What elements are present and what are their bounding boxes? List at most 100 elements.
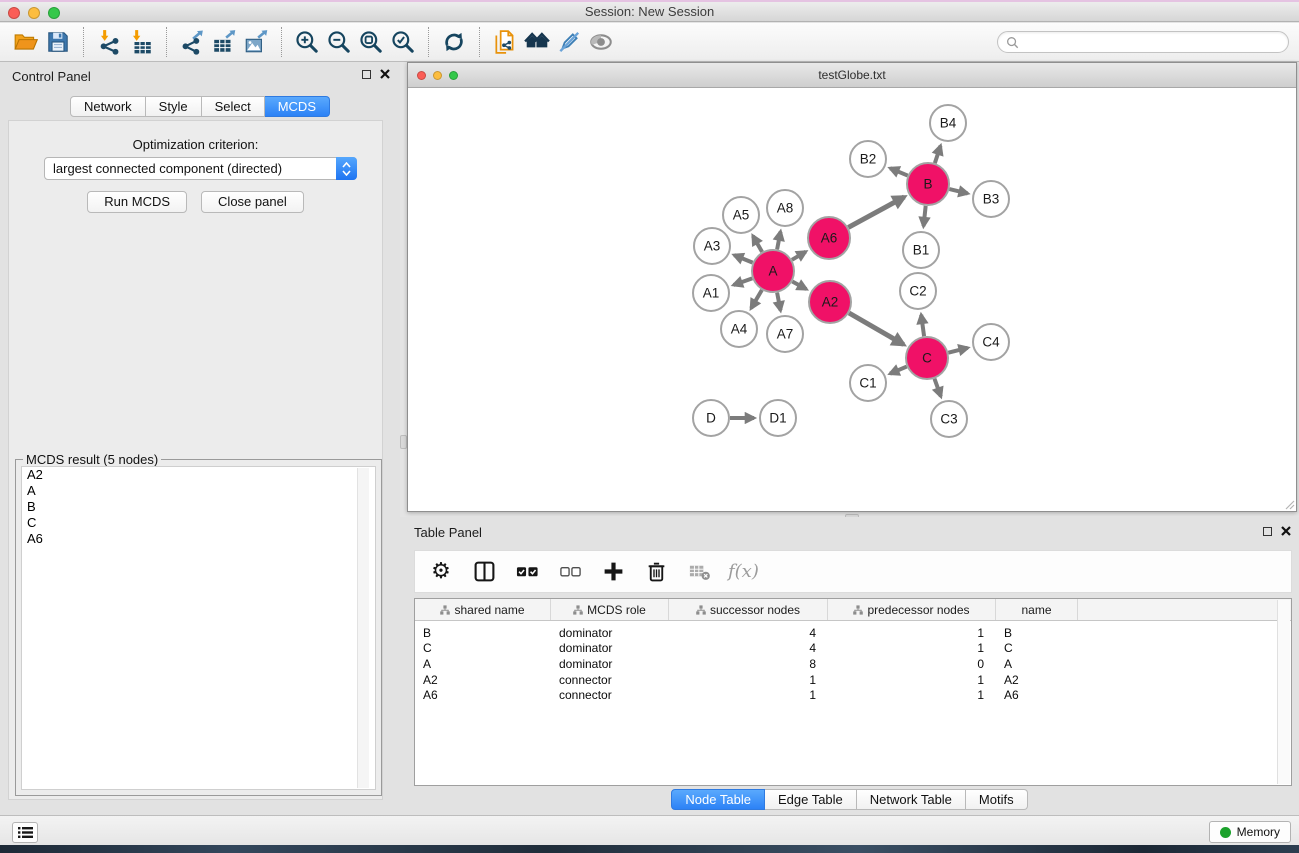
toggle-visibility-button[interactable] [585,26,617,58]
table-cell[interactable]: C [415,641,551,655]
mcds-result-item[interactable]: A6 [22,531,375,547]
edge-A-A2[interactable] [792,282,806,290]
hide-annotations-button[interactable] [553,26,585,58]
edge-A6-B[interactable] [848,197,904,228]
close-table-panel-icon[interactable] [1281,526,1291,536]
table-cell[interactable]: A [996,657,1078,671]
edge-A-A1[interactable] [734,278,753,285]
graph-node-C2[interactable]: C2 [900,273,936,309]
table-cell[interactable]: A2 [996,673,1078,687]
criterion-dropdown[interactable]: largest connected component (directed) [44,157,357,180]
tab-node-table[interactable]: Node Table [671,789,765,810]
table-cell[interactable]: 1 [828,626,996,640]
table-cell[interactable]: A [415,657,551,671]
zoom-network-icon[interactable] [449,71,458,80]
graph-node-B1[interactable]: B1 [903,232,939,268]
edge-A-A8[interactable] [777,232,780,250]
edge-B-B1[interactable] [924,206,926,226]
refresh-view-button[interactable] [438,26,470,58]
close-window-icon[interactable] [8,7,20,19]
edge-C-C4[interactable] [948,348,967,353]
task-history-button[interactable] [12,822,38,843]
select-all-columns-button[interactable] [513,558,541,586]
tab-motifs[interactable]: Motifs [966,789,1028,810]
table-cell[interactable]: 1 [828,641,996,655]
table-cell[interactable]: connector [551,688,669,702]
graph-node-B[interactable]: B [907,163,949,205]
table-scrollbar[interactable] [1277,600,1290,784]
column-header-name[interactable]: name [996,599,1078,620]
zoom-selected-button[interactable] [387,26,419,58]
table-row[interactable]: A6connector11A6 [415,687,1277,703]
edge-A-A5[interactable] [753,236,762,252]
mcds-result-list[interactable]: A2ABCA6 [21,466,376,790]
edge-C-C3[interactable] [934,379,940,397]
edge-B-B4[interactable] [935,146,941,163]
table-cell[interactable]: 8 [669,657,828,671]
graph-node-C3[interactable]: C3 [931,401,967,437]
graph-node-A1[interactable]: A1 [693,275,729,311]
table-cell[interactable]: 1 [669,688,828,702]
search-input[interactable] [1024,35,1280,49]
column-header-MCDS-role[interactable]: MCDS role [551,599,669,620]
tab-network-table[interactable]: Network Table [857,789,966,810]
table-cell[interactable]: 1 [828,688,996,702]
splitter-grip[interactable] [400,435,407,449]
table-cell[interactable]: dominator [551,657,669,671]
table-cell[interactable]: 0 [828,657,996,671]
graph-node-A[interactable]: A [752,250,794,292]
graph-node-D1[interactable]: D1 [760,400,796,436]
resize-grip-icon[interactable] [1283,498,1295,510]
column-header-successor-nodes[interactable]: successor nodes [669,599,828,620]
tab-mcds[interactable]: MCDS [265,96,330,117]
graph-node-A3[interactable]: A3 [694,228,730,264]
memory-button[interactable]: Memory [1209,821,1291,843]
graph-node-A2[interactable]: A2 [809,281,851,323]
edge-C-C2[interactable] [921,315,924,336]
delete-column-button[interactable] [642,558,670,586]
table-cell[interactable]: 1 [828,673,996,687]
export-table-button[interactable] [208,26,240,58]
table-cell[interactable]: dominator [551,641,669,655]
graph-node-A7[interactable]: A7 [767,316,803,352]
graph-node-C4[interactable]: C4 [973,324,1009,360]
graph-node-A6[interactable]: A6 [808,217,850,259]
table-cell[interactable]: 4 [669,641,828,655]
network-traffic-lights[interactable] [417,71,458,80]
table-cell[interactable]: B [996,626,1078,640]
column-header-shared-name[interactable]: shared name [415,599,551,620]
column-header-predecessor-nodes[interactable]: predecessor nodes [828,599,996,620]
import-table-button[interactable] [125,26,157,58]
table-settings-button[interactable]: ⚙ [427,558,455,586]
zoom-window-icon[interactable] [48,7,60,19]
export-image-button[interactable] [240,26,272,58]
graph-node-C1[interactable]: C1 [850,365,886,401]
open-session-button[interactable] [10,26,42,58]
toolbar-search[interactable] [997,31,1289,53]
minimize-window-icon[interactable] [28,7,40,19]
tab-style[interactable]: Style [146,96,202,117]
table-cell[interactable]: C [996,641,1078,655]
deselect-all-columns-button[interactable] [556,558,584,586]
edge-B-B3[interactable] [949,189,967,193]
zoom-out-button[interactable] [323,26,355,58]
float-table-panel-icon[interactable] [1263,527,1272,536]
graph-node-D[interactable]: D [693,400,729,436]
close-network-icon[interactable] [417,71,426,80]
import-network-button[interactable] [93,26,125,58]
mcds-result-item[interactable]: C [22,515,375,531]
edge-A2-C[interactable] [849,313,904,345]
table-row[interactable]: A2connector11A2 [415,672,1277,688]
edge-C-C1[interactable] [890,367,907,374]
zoom-in-button[interactable] [291,26,323,58]
edge-A-A6[interactable] [792,252,806,260]
mcds-result-item[interactable]: A [22,483,375,499]
network-window-titlebar[interactable]: testGlobe.txt [408,63,1296,88]
table-cell[interactable]: 4 [669,626,828,640]
table-cell[interactable]: B [415,626,551,640]
run-mcds-button[interactable]: Run MCDS [87,191,187,213]
edge-B-B2[interactable] [890,168,908,175]
graph-node-A4[interactable]: A4 [721,311,757,347]
table-cell[interactable]: A6 [996,688,1078,702]
graph-node-A8[interactable]: A8 [767,190,803,226]
